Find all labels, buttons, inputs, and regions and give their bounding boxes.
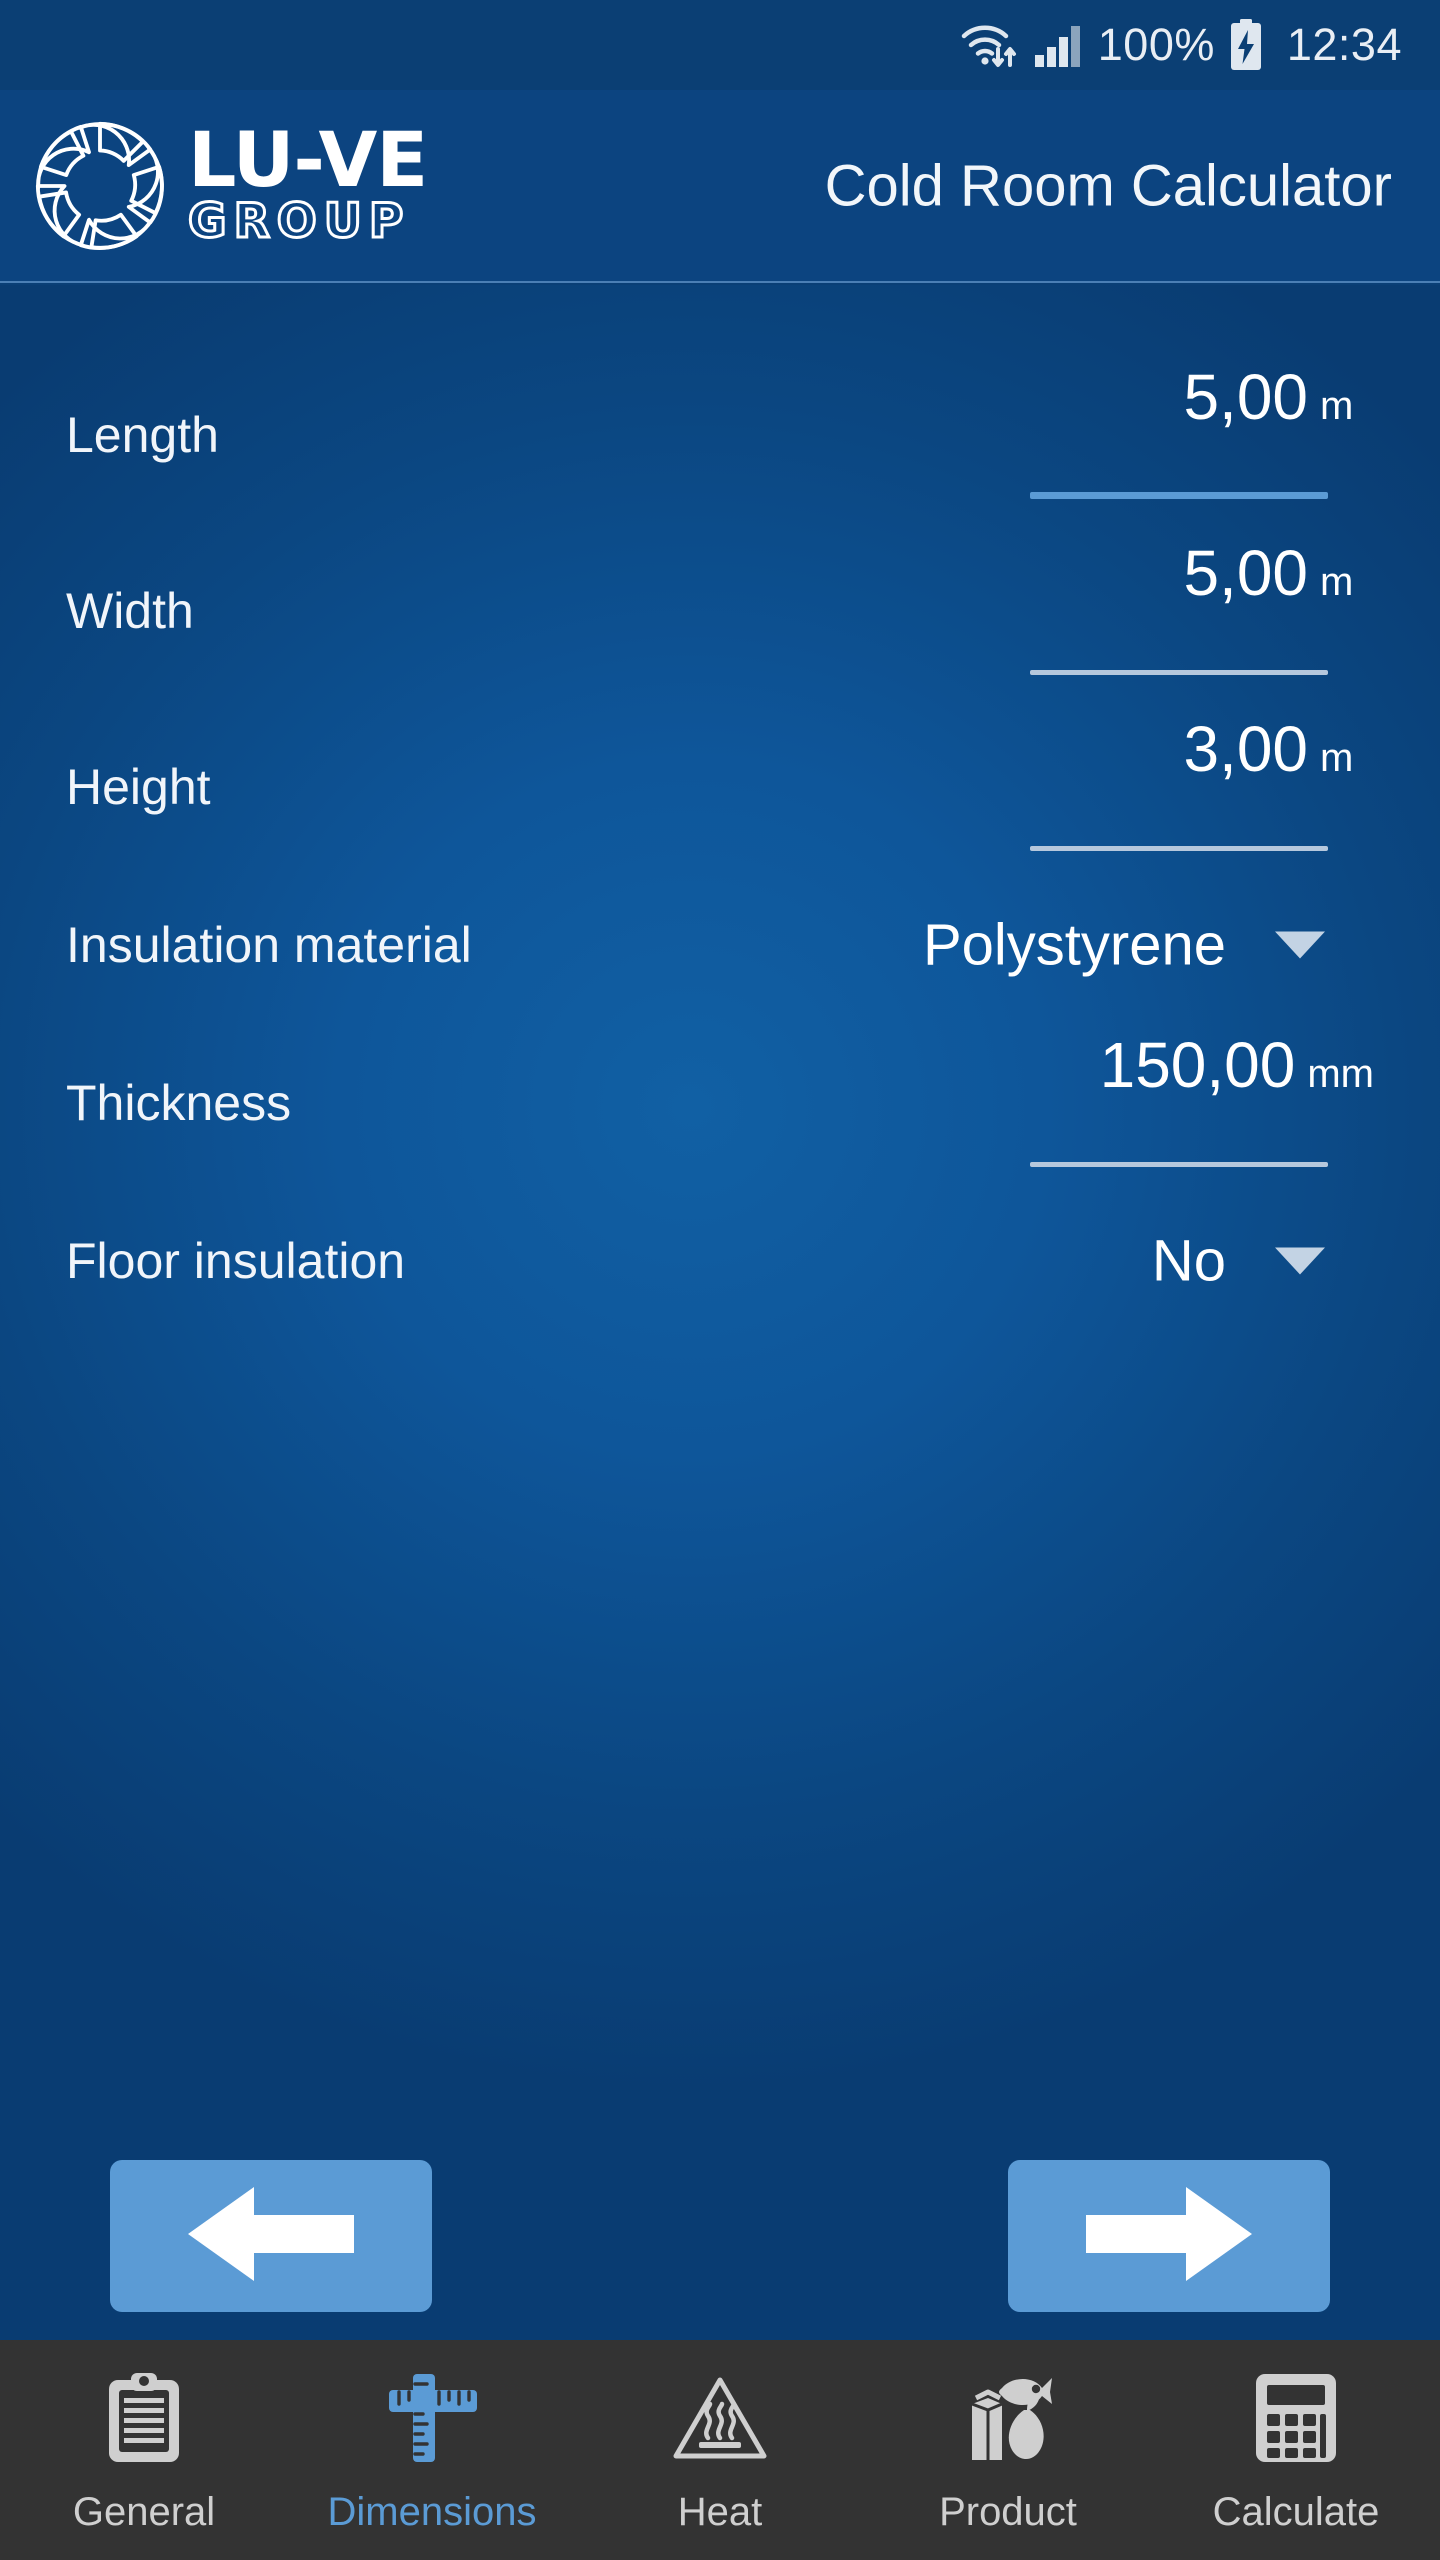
tab-label-product: Product [939,2490,1077,2534]
content-area: Length 5,00 m Width 5,00 m Height 3,00 m… [0,285,1440,2340]
arrow-right-icon [1074,2179,1264,2294]
cellular-signal-icon [1034,22,1084,68]
field-value-group-thickness: 150,00 mm [997,1033,1374,1097]
chevron-down-icon[interactable] [1275,1247,1325,1275]
bottom-tab-bar: General Dimensions Heat Product Calculat… [0,2340,1440,2560]
field-value-group-height: 3,00 m [1010,717,1374,781]
field-row-length: Length 5,00 m [0,347,1440,523]
clipboard-icon [105,2366,183,2470]
brand-name-secondary: GROUP [186,193,411,249]
insulation-material-select[interactable]: Polystyrene [923,912,1374,979]
thickness-input[interactable]: 150,00 [1100,1033,1296,1097]
brand-wordmark: LU-VE GROUP [186,114,428,249]
floor-insulation-value: No [1151,1228,1226,1294]
length-input[interactable]: 5,00 [1183,365,1308,429]
tab-heat[interactable]: Heat [576,2340,864,2560]
field-label-floor-insulation: Floor insulation [66,1233,406,1289]
height-unit-label: m [1320,736,1354,780]
insulation-material-value: Polystyrene [922,912,1226,978]
chevron-down-icon[interactable] [1275,931,1325,959]
tab-label-general: General [72,2490,216,2534]
field-value-group-length: 5,00 m [1010,365,1374,429]
thickness-unit-label: mm [1307,1052,1374,1096]
brand-name-primary: LU-VE [188,114,428,204]
lu-ve-fan-logo-icon [26,107,174,265]
wizard-navigation [0,2160,1440,2320]
width-unit-label: m [1320,560,1354,604]
field-row-thickness: Thickness 150,00 mm [0,1015,1440,1191]
dimensions-form: Length 5,00 m Width 5,00 m Height 3,00 m… [0,285,1440,1331]
field-label-length: Length [66,407,219,463]
height-input[interactable]: 3,00 [1183,717,1308,781]
tab-product[interactable]: Product [864,2340,1152,2560]
status-bar: 100% 12:34 [0,0,1440,90]
page-title: Cold Room Calculator [824,153,1392,218]
brand-logo: LU-VE GROUP [0,107,428,265]
ruler-icon [383,2366,481,2470]
next-step-button[interactable] [1008,2160,1330,2312]
clock-label: 12:34 [1286,19,1402,70]
tab-dimensions[interactable]: Dimensions [288,2340,576,2560]
app-header: LU-VE GROUP Cold Room Calculator [0,90,1440,283]
field-label-thickness: Thickness [66,1075,292,1131]
tab-label-calculate: Calculate [1212,2490,1380,2534]
field-label-insulation-material: Insulation material [66,917,472,973]
field-row-insulation-material[interactable]: Insulation material Polystyrene [0,875,1440,1015]
field-row-width: Width 5,00 m [0,523,1440,699]
hot-surface-icon [672,2366,768,2470]
field-row-height: Height 3,00 m [0,699,1440,875]
field-label-width: Width [66,583,194,639]
app-screen: 100% 12:34 LU-VE GROUP Cold Room Calcula… [0,0,1440,2560]
food-products-icon [956,2366,1060,2470]
battery-charging-icon [1229,19,1263,71]
wifi-transfer-icon [960,19,1020,71]
field-label-height: Height [66,759,211,815]
thickness-input-underline [1030,1162,1328,1167]
tab-label-dimensions: Dimensions [327,2490,537,2534]
tab-calculate[interactable]: Calculate [1152,2340,1440,2560]
battery-percent-label: 100% [1097,19,1215,70]
calculator-icon [1252,2366,1340,2470]
width-input-underline [1030,670,1328,675]
height-input-underline [1030,846,1328,851]
width-input[interactable]: 5,00 [1183,541,1308,605]
floor-insulation-select[interactable]: No [1152,1228,1374,1295]
length-unit-label: m [1320,384,1354,428]
length-input-underline [1030,492,1328,499]
arrow-left-icon [176,2179,366,2294]
tab-label-heat: Heat [677,2490,763,2534]
field-row-floor-insulation[interactable]: Floor insulation No [0,1191,1440,1331]
field-value-group-width: 5,00 m [1010,541,1374,605]
tab-general[interactable]: General [0,2340,288,2560]
previous-step-button[interactable] [110,2160,432,2312]
